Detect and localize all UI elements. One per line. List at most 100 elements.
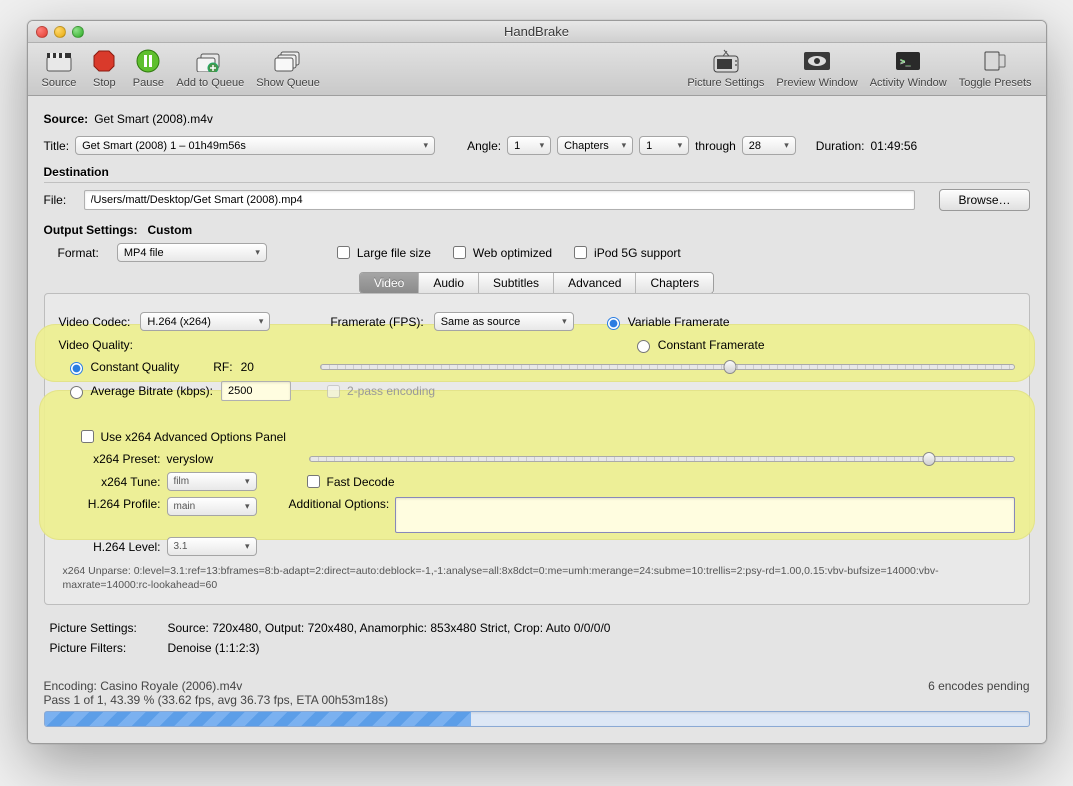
- show-queue-button[interactable]: Show Queue: [250, 47, 326, 89]
- preset-slider[interactable]: [309, 456, 1015, 462]
- svg-text:>_: >_: [900, 57, 911, 67]
- title-label: Title:: [44, 139, 70, 153]
- show-queue-label: Show Queue: [256, 77, 320, 89]
- x264-tune-label: x264 Tune:: [77, 475, 161, 489]
- picture-filters-label: Picture Filters:: [50, 641, 150, 655]
- video-quality-header: Video Quality:: [59, 338, 134, 352]
- eye-icon: [801, 47, 833, 75]
- quality-slider[interactable]: [320, 364, 1015, 370]
- h264-profile-value: main: [174, 501, 196, 512]
- h264-profile-select[interactable]: main: [167, 497, 257, 516]
- video-panel: Video Codec: H.264 (x264) Framerate (FPS…: [44, 293, 1030, 605]
- framerate-label: Framerate (FPS):: [330, 315, 423, 329]
- window-title: HandBrake: [28, 24, 1046, 39]
- duration-value: 01:49:56: [871, 139, 918, 153]
- large-file-checkbox[interactable]: Large file size: [333, 243, 431, 262]
- tab-advanced[interactable]: Advanced: [554, 273, 636, 293]
- vfr-radio[interactable]: Variable Framerate: [602, 314, 730, 330]
- picture-settings-button[interactable]: Picture Settings: [681, 47, 770, 89]
- range-type-value: Chapters: [564, 140, 609, 152]
- ipod-label: iPod 5G support: [594, 246, 681, 260]
- rf-value: 20: [241, 360, 254, 374]
- ipod-checkbox[interactable]: iPod 5G support: [570, 243, 681, 262]
- source-button[interactable]: Source: [36, 47, 83, 89]
- source-label: Source:: [44, 112, 89, 126]
- vfr-label: Variable Framerate: [628, 315, 730, 329]
- progress-bar: [44, 711, 1030, 727]
- video-codec-select[interactable]: H.264 (x264): [140, 312, 270, 331]
- video-codec-label: Video Codec:: [59, 315, 131, 329]
- stop-button[interactable]: Stop: [82, 47, 126, 89]
- format-select[interactable]: MP4 file: [117, 243, 267, 262]
- h264-level-label: H.264 Level:: [77, 540, 161, 554]
- x264-tune-value: film: [174, 476, 190, 487]
- x264-tune-select[interactable]: film: [167, 472, 257, 491]
- tab-subtitles[interactable]: Subtitles: [479, 273, 554, 293]
- chapter-from-select[interactable]: 1: [639, 136, 689, 155]
- video-codec-value: H.264 (x264): [147, 316, 211, 328]
- pause-icon: [132, 47, 164, 75]
- h264-level-select[interactable]: 3.1: [167, 537, 257, 556]
- file-path-input[interactable]: [84, 190, 916, 210]
- tab-chapters[interactable]: Chapters: [636, 273, 713, 293]
- stop-label: Stop: [93, 77, 116, 89]
- additional-options-input[interactable]: [395, 497, 1014, 533]
- web-optimized-checkbox[interactable]: Web optimized: [449, 243, 552, 262]
- status-footer: Encoding: Casino Royale (2006).m4v Pass …: [28, 665, 1046, 743]
- range-type-select[interactable]: Chapters: [557, 136, 633, 155]
- picture-filters-value: Denoise (1:1:2:3): [168, 641, 260, 655]
- through-label: through: [695, 139, 736, 153]
- framerate-select[interactable]: Same as source: [434, 312, 574, 331]
- x264-preset-value: veryslow: [167, 452, 237, 466]
- cfr-radio[interactable]: Constant Framerate: [632, 337, 765, 353]
- content-area: Source: Get Smart (2008).m4v Title: Get …: [28, 96, 1046, 665]
- abr-label: Average Bitrate (kbps):: [91, 384, 214, 398]
- h264-level-value: 3.1: [174, 541, 188, 552]
- clapper-icon: [43, 47, 75, 75]
- fast-decode-checkbox[interactable]: Fast Decode: [303, 472, 395, 491]
- chapter-to-value: 28: [749, 140, 761, 152]
- destination-header: Destination: [44, 165, 1030, 183]
- encoder-tabs: Video Audio Subtitles Advanced Chapters: [44, 272, 1030, 294]
- browse-button[interactable]: Browse…: [939, 189, 1029, 211]
- chapter-to-select[interactable]: 28: [742, 136, 796, 155]
- angle-select[interactable]: 1: [507, 136, 551, 155]
- tab-audio[interactable]: Audio: [419, 273, 479, 293]
- source-label: Source: [42, 77, 77, 89]
- format-value: MP4 file: [124, 247, 164, 259]
- toggle-presets-button[interactable]: Toggle Presets: [953, 47, 1038, 89]
- angle-label: Angle:: [467, 139, 501, 153]
- fast-decode-label: Fast Decode: [327, 475, 395, 489]
- format-label: Format:: [58, 246, 99, 260]
- average-bitrate-radio[interactable]: Average Bitrate (kbps):: [65, 383, 214, 399]
- activity-window-button[interactable]: >_ Activity Window: [864, 47, 953, 89]
- web-opt-label: Web optimized: [473, 246, 552, 260]
- x264-advanced-label: Use x264 Advanced Options Panel: [101, 430, 286, 444]
- stop-icon: [88, 47, 120, 75]
- preview-label: Preview Window: [776, 77, 857, 89]
- title-select-value: Get Smart (2008) 1 – 01h49m56s: [82, 140, 246, 152]
- additional-options-label: Additional Options:: [289, 497, 390, 511]
- add-queue-icon: [194, 47, 226, 75]
- two-pass-checkbox[interactable]: 2-pass encoding: [323, 382, 435, 401]
- preview-window-button[interactable]: Preview Window: [770, 47, 863, 89]
- toolbar: Source Stop Pause Add to Queue Show Queu…: [28, 43, 1046, 96]
- add-queue-button[interactable]: Add to Queue: [170, 47, 250, 89]
- pause-button[interactable]: Pause: [126, 47, 170, 89]
- framerate-value: Same as source: [441, 316, 520, 328]
- output-settings-label: Output Settings:: [44, 223, 138, 237]
- x264-advanced-checkbox[interactable]: Use x264 Advanced Options Panel: [77, 427, 286, 446]
- tab-video[interactable]: Video: [360, 273, 419, 293]
- add-queue-label: Add to Queue: [176, 77, 244, 89]
- x264-unparse-text: x264 Unparse: 0:level=3.1:ref=13:bframes…: [63, 564, 1011, 592]
- show-queue-icon: [272, 47, 304, 75]
- file-label: File:: [44, 193, 78, 207]
- constant-quality-radio[interactable]: Constant Quality: [65, 359, 180, 375]
- title-select[interactable]: Get Smart (2008) 1 – 01h49m56s: [75, 136, 435, 155]
- pending-status: 6 encodes pending: [928, 679, 1029, 707]
- bitrate-input[interactable]: [221, 381, 291, 401]
- encoding-status: Encoding: Casino Royale (2006).m4v: [44, 679, 389, 693]
- titlebar: HandBrake: [28, 21, 1046, 43]
- cfr-label: Constant Framerate: [658, 338, 765, 352]
- pause-label: Pause: [133, 77, 164, 89]
